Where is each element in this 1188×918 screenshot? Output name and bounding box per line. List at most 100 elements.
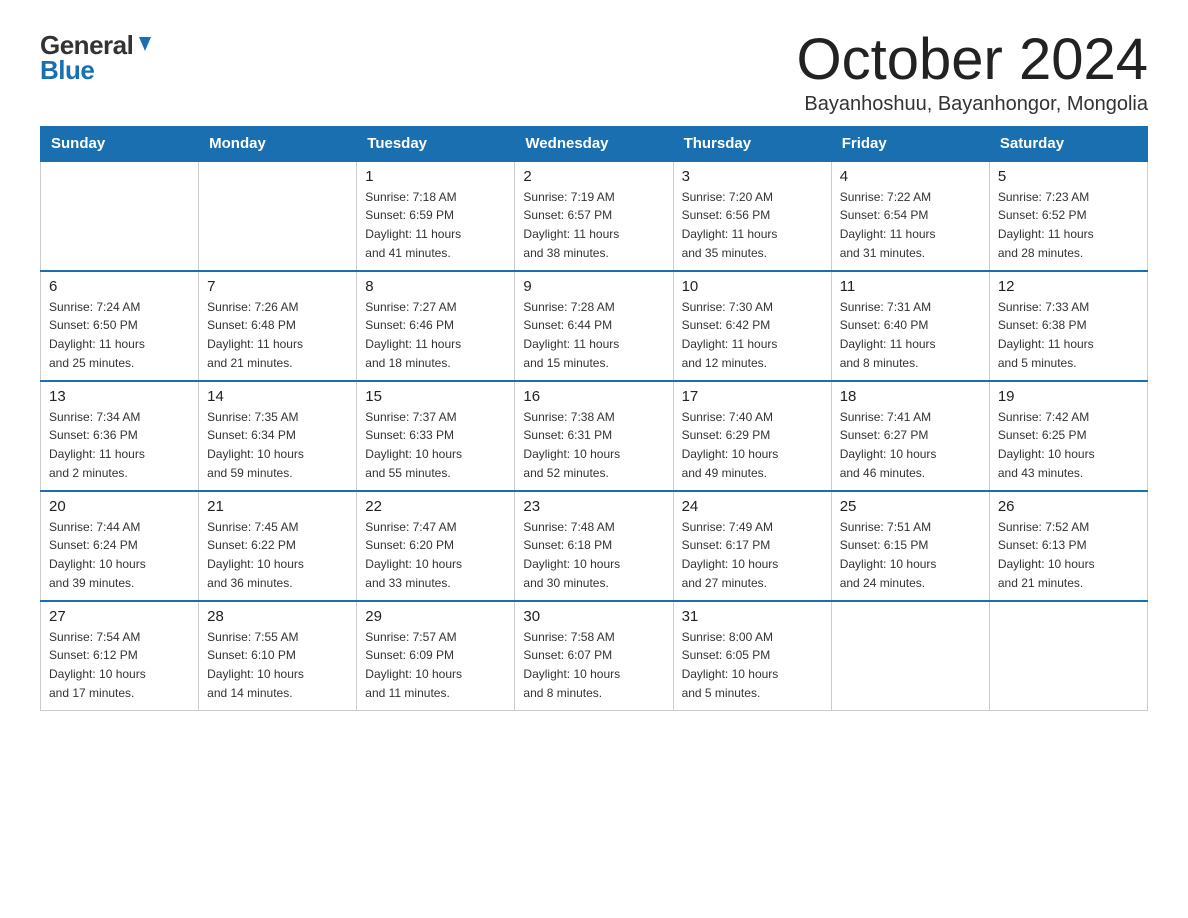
calendar-cell [199,161,357,271]
calendar-cell: 8 Sunrise: 7:27 AM Sunset: 6:46 PM Daylig… [357,271,515,381]
day-number: 24 [682,498,823,515]
calendar-cell: 30Sunrise: 7:58 AM Sunset: 6:07 PM Dayli… [515,601,673,711]
day-number: 14 [207,388,348,405]
calendar-cell: 14Sunrise: 7:35 AM Sunset: 6:34 PM Dayli… [199,381,357,491]
calendar-cell: 9 Sunrise: 7:28 AM Sunset: 6:44 PM Daylig… [515,271,673,381]
calendar-cell: 11Sunrise: 7:31 AM Sunset: 6:40 PM Dayli… [831,271,989,381]
day-number: 20 [49,498,190,515]
day-number: 4 [840,168,981,185]
calendar-header-row: SundayMondayTuesdayWednesdayThursdayFrid… [41,126,1148,161]
day-number: 18 [840,388,981,405]
day-info: Sunrise: 7:55 AM Sunset: 6:10 PM Dayligh… [207,628,348,702]
day-number: 8 [365,278,506,295]
column-header-sunday: Sunday [41,126,199,161]
day-number: 12 [998,278,1139,295]
day-number: 30 [523,608,664,625]
calendar-cell: 22 Sunrise: 7:47 AM Sunset: 6:20 PM Dayli… [357,491,515,601]
calendar-table: SundayMondayTuesdayWednesdayThursdayFrid… [40,126,1148,712]
day-info: Sunrise: 7:51 AM Sunset: 6:15 PM Dayligh… [840,518,981,592]
day-number: 21 [207,498,348,515]
calendar-week-2: 6 Sunrise: 7:24 AM Sunset: 6:50 PM Daylig… [41,271,1148,381]
calendar-cell: 20 Sunrise: 7:44 AM Sunset: 6:24 PM Dayli… [41,491,199,601]
calendar-cell: 26 Sunrise: 7:52 AM Sunset: 6:13 PM Dayli… [989,491,1147,601]
day-number: 31 [682,608,823,625]
calendar-cell: 17 Sunrise: 7:40 AM Sunset: 6:29 PM Dayli… [673,381,831,491]
column-header-friday: Friday [831,126,989,161]
day-number: 3 [682,168,823,185]
column-header-saturday: Saturday [989,126,1147,161]
logo-arrow-icon [134,33,156,55]
calendar-cell: 24 Sunrise: 7:49 AM Sunset: 6:17 PM Dayli… [673,491,831,601]
day-info: Sunrise: 7:30 AM Sunset: 6:42 PM Dayligh… [682,298,823,372]
day-number: 17 [682,388,823,405]
day-number: 25 [840,498,981,515]
day-number: 28 [207,608,348,625]
column-header-monday: Monday [199,126,357,161]
day-number: 19 [998,388,1139,405]
calendar-cell: 28 Sunrise: 7:55 AM Sunset: 6:10 PM Dayli… [199,601,357,711]
day-info: Sunrise: 7:47 AM Sunset: 6:20 PM Dayligh… [365,518,506,592]
day-info: Sunrise: 7:34 AM Sunset: 6:36 PM Dayligh… [49,408,190,482]
logo: General Blue [40,30,157,86]
day-number: 5 [998,168,1139,185]
calendar-cell: 7Sunrise: 7:26 AM Sunset: 6:48 PM Daylig… [199,271,357,381]
calendar-cell: 27 Sunrise: 7:54 AM Sunset: 6:12 PM Dayli… [41,601,199,711]
day-number: 22 [365,498,506,515]
day-info: Sunrise: 7:40 AM Sunset: 6:29 PM Dayligh… [682,408,823,482]
calendar-cell: 5 Sunrise: 7:23 AM Sunset: 6:52 PM Daylig… [989,161,1147,271]
calendar-cell: 1Sunrise: 7:18 AM Sunset: 6:59 PM Daylig… [357,161,515,271]
column-header-wednesday: Wednesday [515,126,673,161]
calendar-cell: 6 Sunrise: 7:24 AM Sunset: 6:50 PM Daylig… [41,271,199,381]
day-number: 27 [49,608,190,625]
calendar-cell: 13Sunrise: 7:34 AM Sunset: 6:36 PM Dayli… [41,381,199,491]
calendar-cell: 10Sunrise: 7:30 AM Sunset: 6:42 PM Dayli… [673,271,831,381]
calendar-cell: 18Sunrise: 7:41 AM Sunset: 6:27 PM Dayli… [831,381,989,491]
day-info: Sunrise: 7:20 AM Sunset: 6:56 PM Dayligh… [682,188,823,262]
calendar-cell: 4Sunrise: 7:22 AM Sunset: 6:54 PM Daylig… [831,161,989,271]
day-info: Sunrise: 7:44 AM Sunset: 6:24 PM Dayligh… [49,518,190,592]
calendar-cell [989,601,1147,711]
day-number: 9 [523,278,664,295]
day-number: 26 [998,498,1139,515]
calendar-cell [41,161,199,271]
day-number: 29 [365,608,506,625]
calendar-cell: 19 Sunrise: 7:42 AM Sunset: 6:25 PM Dayli… [989,381,1147,491]
calendar-week-5: 27 Sunrise: 7:54 AM Sunset: 6:12 PM Dayli… [41,601,1148,711]
calendar-week-4: 20 Sunrise: 7:44 AM Sunset: 6:24 PM Dayli… [41,491,1148,601]
day-number: 2 [523,168,664,185]
page-title: October 2024 [797,30,1148,91]
day-info: Sunrise: 7:52 AM Sunset: 6:13 PM Dayligh… [998,518,1139,592]
day-info: Sunrise: 7:28 AM Sunset: 6:44 PM Dayligh… [523,298,664,372]
day-info: Sunrise: 7:54 AM Sunset: 6:12 PM Dayligh… [49,628,190,702]
title-block: October 2024 Bayanhoshuu, Bayanhongor, M… [797,30,1148,116]
day-number: 16 [523,388,664,405]
page-subtitle: Bayanhoshuu, Bayanhongor, Mongolia [797,93,1148,116]
day-info: Sunrise: 7:23 AM Sunset: 6:52 PM Dayligh… [998,188,1139,262]
day-info: Sunrise: 7:49 AM Sunset: 6:17 PM Dayligh… [682,518,823,592]
day-info: Sunrise: 7:18 AM Sunset: 6:59 PM Dayligh… [365,188,506,262]
calendar-cell: 31 Sunrise: 8:00 AM Sunset: 6:05 PM Dayli… [673,601,831,711]
calendar-cell: 16Sunrise: 7:38 AM Sunset: 6:31 PM Dayli… [515,381,673,491]
day-info: Sunrise: 7:57 AM Sunset: 6:09 PM Dayligh… [365,628,506,702]
calendar-cell: 3 Sunrise: 7:20 AM Sunset: 6:56 PM Daylig… [673,161,831,271]
day-info: Sunrise: 7:26 AM Sunset: 6:48 PM Dayligh… [207,298,348,372]
day-info: Sunrise: 7:48 AM Sunset: 6:18 PM Dayligh… [523,518,664,592]
day-info: Sunrise: 7:24 AM Sunset: 6:50 PM Dayligh… [49,298,190,372]
page-header: General Blue October 2024 Bayanhoshuu, B… [40,30,1148,116]
calendar-cell: 2 Sunrise: 7:19 AM Sunset: 6:57 PM Daylig… [515,161,673,271]
calendar-cell: 25 Sunrise: 7:51 AM Sunset: 6:15 PM Dayli… [831,491,989,601]
day-number: 15 [365,388,506,405]
column-header-thursday: Thursday [673,126,831,161]
day-info: Sunrise: 7:45 AM Sunset: 6:22 PM Dayligh… [207,518,348,592]
day-info: Sunrise: 7:19 AM Sunset: 6:57 PM Dayligh… [523,188,664,262]
day-number: 23 [523,498,664,515]
day-info: Sunrise: 7:42 AM Sunset: 6:25 PM Dayligh… [998,408,1139,482]
calendar-cell: 15Sunrise: 7:37 AM Sunset: 6:33 PM Dayli… [357,381,515,491]
day-info: Sunrise: 7:33 AM Sunset: 6:38 PM Dayligh… [998,298,1139,372]
calendar-cell: 12 Sunrise: 7:33 AM Sunset: 6:38 PM Dayli… [989,271,1147,381]
day-info: Sunrise: 8:00 AM Sunset: 6:05 PM Dayligh… [682,628,823,702]
calendar-cell [831,601,989,711]
day-info: Sunrise: 7:27 AM Sunset: 6:46 PM Dayligh… [365,298,506,372]
calendar-cell: 23 Sunrise: 7:48 AM Sunset: 6:18 PM Dayli… [515,491,673,601]
day-number: 6 [49,278,190,295]
